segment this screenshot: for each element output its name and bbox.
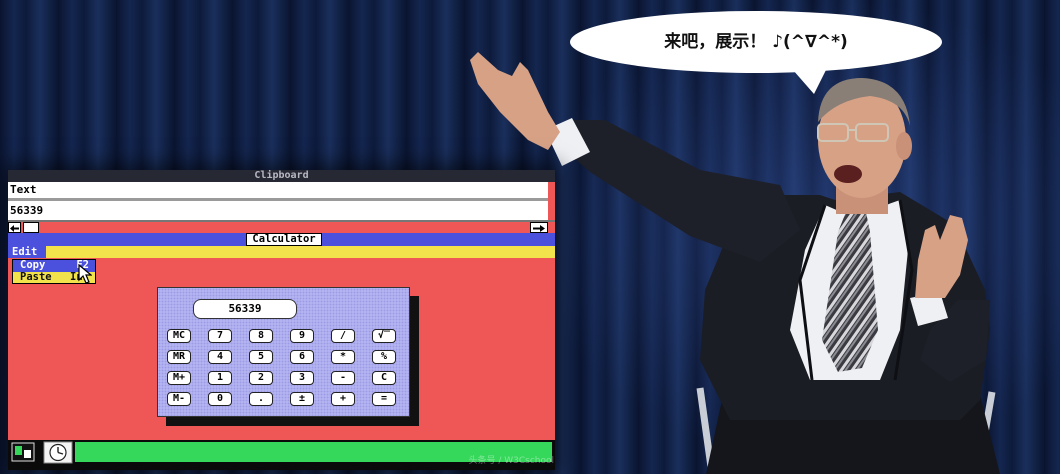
calculator-keypad: MC 7 8 9 / √‾ MR 4 5 6 * % M+ 1 2 3 - C … (167, 329, 396, 406)
calc-key-0[interactable]: 0 (208, 392, 232, 406)
calc-key-9[interactable]: 9 (290, 329, 314, 343)
menu-item-label: Paste (20, 271, 52, 283)
calc-key-sqrt[interactable]: √‾ (372, 329, 396, 343)
calc-key-subtract[interactable]: - (331, 371, 355, 385)
menu-edit[interactable]: Edit (8, 246, 46, 258)
horizontal-scrollbar[interactable] (8, 222, 555, 233)
clipboard-content: 56339 (8, 201, 548, 220)
calc-key-decimal[interactable]: . (249, 392, 273, 406)
mouse-cursor-icon (78, 264, 92, 284)
calc-key-2[interactable]: 2 (249, 371, 273, 385)
calc-key-plus-minus[interactable]: ± (290, 392, 314, 406)
menu-bar: Edit (8, 246, 555, 258)
scroll-left-arrow-icon[interactable] (8, 222, 21, 233)
calc-key-8[interactable]: 8 (249, 329, 273, 343)
calc-key-4[interactable]: 4 (208, 350, 232, 364)
icon-area: 头条号 / W3Cschool (8, 440, 555, 470)
calculator-title-bar[interactable]: Calculator (8, 233, 555, 246)
meme-canvas: 来吧，展示！ ♪(^∇^*) Clipboard Text 56339 Calc… (0, 0, 1060, 474)
windows-screen: Clipboard Text 56339 Calculator Edit Cop… (8, 170, 555, 470)
calc-key-5[interactable]: 5 (249, 350, 273, 364)
calc-key-7[interactable]: 7 (208, 329, 232, 343)
calc-key-m-plus[interactable]: M+ (167, 371, 191, 385)
calc-key-multiply[interactable]: * (331, 350, 355, 364)
clock-icon[interactable] (43, 441, 73, 464)
clipboard-title-bar[interactable]: Clipboard (8, 170, 555, 182)
scroll-thumb[interactable] (23, 222, 39, 233)
clipboard-format-label: Text (8, 182, 548, 198)
calc-key-mr[interactable]: MR (167, 350, 191, 364)
calc-key-3[interactable]: 3 (290, 371, 314, 385)
calc-key-add[interactable]: + (331, 392, 355, 406)
watermark: 头条号 / W3Cschool (468, 456, 554, 466)
calculator-title: Calculator (246, 233, 322, 246)
speech-bubble-text: 来吧，展示！ ♪(^∇^*) (664, 32, 848, 52)
calc-key-divide[interactable]: / (331, 329, 355, 343)
menu-item-label: Copy (20, 259, 46, 271)
scroll-right-arrow-icon[interactable] (530, 222, 548, 233)
window-edge (548, 182, 555, 220)
calc-key-1[interactable]: 1 (208, 371, 232, 385)
program-icon[interactable] (10, 442, 36, 462)
calculator-panel: 56339 MC 7 8 9 / √‾ MR 4 5 6 * % M+ 1 2 … (157, 287, 410, 417)
calc-key-6[interactable]: 6 (290, 350, 314, 364)
calc-key-clear[interactable]: C (372, 371, 396, 385)
calc-key-mc[interactable]: MC (167, 329, 191, 343)
calc-key-m-minus[interactable]: M- (167, 392, 191, 406)
calc-key-equals[interactable]: = (372, 392, 396, 406)
calculator-display: 56339 (193, 299, 297, 319)
calc-key-percent[interactable]: % (372, 350, 396, 364)
speech-bubble: 来吧，展示！ ♪(^∇^*) (568, 8, 944, 96)
